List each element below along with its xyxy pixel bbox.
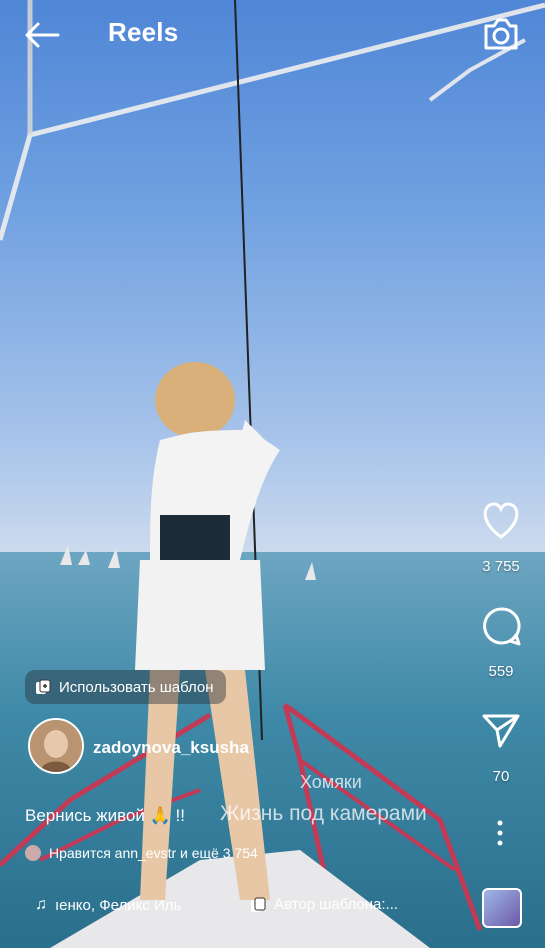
top-bar: Reels — [0, 0, 545, 70]
music-overlay-title: Хомяки — [300, 772, 362, 792]
liked-by-line[interactable]: Нравится ann_evstr и ещё 3 754 — [25, 845, 258, 861]
avatar[interactable] — [28, 718, 84, 774]
avatar-image — [30, 720, 82, 772]
template-author-link[interactable]: Автор шаблона:... — [250, 896, 398, 913]
comment-icon[interactable] — [480, 605, 522, 647]
comments-count: 559 — [488, 663, 514, 680]
liked-by-text: Нравится ann_evstr и ещё 3 754 — [49, 845, 258, 861]
more-options-icon[interactable] — [490, 818, 510, 848]
liker-avatar — [25, 845, 41, 861]
back-arrow-icon[interactable] — [22, 18, 62, 52]
music-overlay-subtitle: Жизнь под камерами — [220, 802, 427, 825]
post-caption: Вернись живой 🙏 !! — [25, 806, 185, 825]
music-note-icon: ♫ — [35, 896, 47, 913]
use-template-label: Использовать шаблон — [59, 678, 214, 696]
template-icon — [251, 897, 266, 912]
template-icon — [36, 679, 51, 694]
username[interactable]: zadoynova_ksusha — [93, 738, 249, 758]
shares-count: 70 — [492, 768, 510, 785]
audio-label: ıенко, Феликс Иль — [55, 896, 182, 914]
use-template-button[interactable]: Использовать шаблон — [25, 670, 226, 704]
share-paper-plane-icon[interactable] — [480, 710, 522, 752]
likes-count: 3 755 — [482, 558, 520, 575]
camera-icon[interactable] — [480, 14, 522, 54]
audio-link[interactable]: ♫ ıенко, Феликс Иль — [35, 896, 181, 914]
audio-row: ♫ ıенко, Феликс Иль Автор шаблона:... — [0, 888, 545, 928]
template-author-label: Автор шаблона:... — [274, 896, 399, 913]
audio-thumbnail[interactable] — [482, 888, 522, 928]
page-title: Reels — [108, 17, 179, 47]
heart-icon[interactable] — [480, 500, 522, 542]
